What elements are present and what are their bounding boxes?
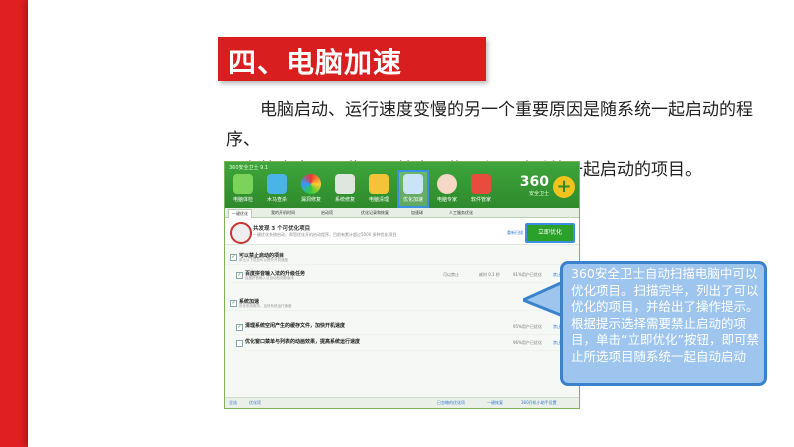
tool-software[interactable]: 软件管家	[467, 172, 495, 206]
expert-icon	[437, 174, 457, 194]
tool-label: 木马查杀	[266, 197, 287, 203]
optimize-now-button[interactable]: 立即优化	[525, 223, 575, 243]
tool-clean[interactable]: 电脑清理	[365, 172, 393, 206]
tool-check[interactable]: 电脑体检	[229, 172, 257, 206]
tab-one-click[interactable]: 一键优化	[228, 209, 252, 218]
wrench-icon	[335, 174, 355, 194]
row-sub: 禁止以下项目可以提升开机速度	[239, 258, 288, 262]
tool-label: 软件管家	[470, 197, 491, 203]
tool-speedup[interactable]: 优化加速	[397, 170, 429, 208]
software-icon	[471, 174, 491, 194]
tool-expert[interactable]: 电脑专家	[433, 172, 461, 206]
row-checkbox[interactable]: ✓	[236, 272, 243, 279]
tab-boot-time[interactable]: 我的开机时间	[271, 209, 295, 217]
row-time: 耗时 0.1 秒	[479, 272, 500, 277]
row-checkbox[interactable]: ✓	[236, 324, 243, 331]
row-percent: 95%用户已优化	[513, 324, 542, 329]
list-item: ✓ 可以禁止启动的项目 禁止以下项目可以提升开机速度	[225, 250, 579, 265]
select-all-link[interactable]: 全选	[229, 400, 237, 406]
tool-patch[interactable]: 漏洞修复	[297, 172, 325, 206]
body-line-1: 电脑启动、运行速度变慢的另一个重要原因是随系统一起启动的程序、	[226, 100, 753, 150]
boot-helper-link[interactable]: 360开机小助手设置	[521, 400, 557, 406]
tab-bar: 一键优化 我的开机时间 启动项 优化记录和恢复 加速球 人工服务优化	[225, 208, 579, 218]
list-item: ✓ 清理系统空闲产生的缓存文件，加快开机速度 95%用户已优化 禁止启动	[231, 320, 579, 335]
tab-manual[interactable]: 人工服务优化	[449, 209, 473, 217]
callout-box: 360安全卫士自动扫描电脑中可以优化项目。扫描完毕，列出了可以优化的项目，并给出…	[560, 261, 767, 386]
row-percent: 96%用户已优化	[513, 340, 542, 345]
tool-label: 电脑专家	[436, 197, 457, 203]
tool-trojan[interactable]: 木马查杀	[263, 172, 291, 206]
restore-link[interactable]: 一键恢复	[487, 400, 503, 406]
plus-logo-icon: +	[553, 176, 575, 198]
broom-icon	[369, 174, 389, 194]
tool-label: 系统修复	[334, 197, 355, 203]
tool-repair[interactable]: 系统修复	[331, 172, 359, 206]
logo-360: 360	[519, 174, 549, 190]
row-checkbox[interactable]: ✓	[230, 300, 237, 307]
section-title: 四、电脑加速	[228, 46, 403, 79]
tool-label: 漏洞修复	[300, 197, 321, 203]
tab-history[interactable]: 优化记录和恢复	[361, 209, 389, 217]
app-footer: 全选 优化项 已忽略的优化项 一键恢复 360开机小助手设置	[225, 397, 579, 408]
rocket-icon	[403, 174, 423, 194]
callout-tail	[523, 282, 565, 318]
scan-result-panel: 共发现 3 个可优化项目 一键优化系统启动，帮您优化开机启动程序，目前有累计超过…	[225, 218, 579, 245]
tool-label: 电脑体检	[232, 197, 253, 203]
tool-label: 电脑清理	[368, 197, 389, 203]
rescan-link[interactable]: 重新扫描	[507, 230, 523, 236]
windows-icon	[301, 174, 321, 194]
checkup-icon	[233, 174, 253, 194]
row-checkbox[interactable]: ✓	[230, 254, 237, 261]
row-status: 可以禁止	[443, 272, 459, 277]
scan-subtitle: 一键优化系统启动，帮您优化开机启动程序，目前有累计超过5000 多种优化项目	[253, 232, 397, 237]
scan-title: 共发现 3 个可优化项目	[253, 226, 311, 232]
row-checkbox[interactable]	[236, 340, 243, 347]
section-title-box: 四、电脑加速	[218, 37, 486, 81]
tab-startup[interactable]: 启动项	[321, 209, 333, 217]
trojan-icon	[267, 174, 287, 194]
row-title: 优化窗口菜单与列表的动画效果，提高系统运行速度	[245, 339, 361, 345]
app-window-title: 360安全卫士 9.1	[229, 165, 269, 171]
tool-label: 优化加速	[402, 197, 423, 203]
row-title: 清理系统空闲产生的缓存文件，加快开机速度	[245, 323, 346, 329]
tab-speed-ball[interactable]: 加速球	[411, 209, 423, 217]
list-item: ✓ 百度拼音输入法的升级任务 百度拼音输入法自动检测新版本 可以禁止 耗时 0.…	[231, 268, 579, 283]
row-sub: 百度拼音输入法自动检测新版本	[245, 276, 294, 280]
list-item: 优化窗口菜单与列表的动画效果，提高系统运行速度 96%用户已优化 禁止启动	[231, 336, 579, 351]
row-sub: 优化系统服务，加快系统运行速度	[239, 304, 292, 308]
logo-subtitle: 安全卫士	[528, 191, 549, 197]
gauge-icon	[230, 222, 252, 244]
app-header: 360安全卫士 9.1 电脑体检 木马查杀 漏洞修复 系统修复 电脑清理 优化加…	[225, 162, 579, 208]
callout-text: 360安全卫士自动扫描电脑中可以优化项目。扫描完毕，列出了可以优化的项目，并给出…	[571, 266, 759, 364]
ignored-items-link[interactable]: 已忽略的优化项	[437, 400, 465, 406]
row-percent: 91%用户已优化	[513, 272, 542, 277]
optimize-items-link[interactable]: 优化项	[249, 400, 261, 406]
